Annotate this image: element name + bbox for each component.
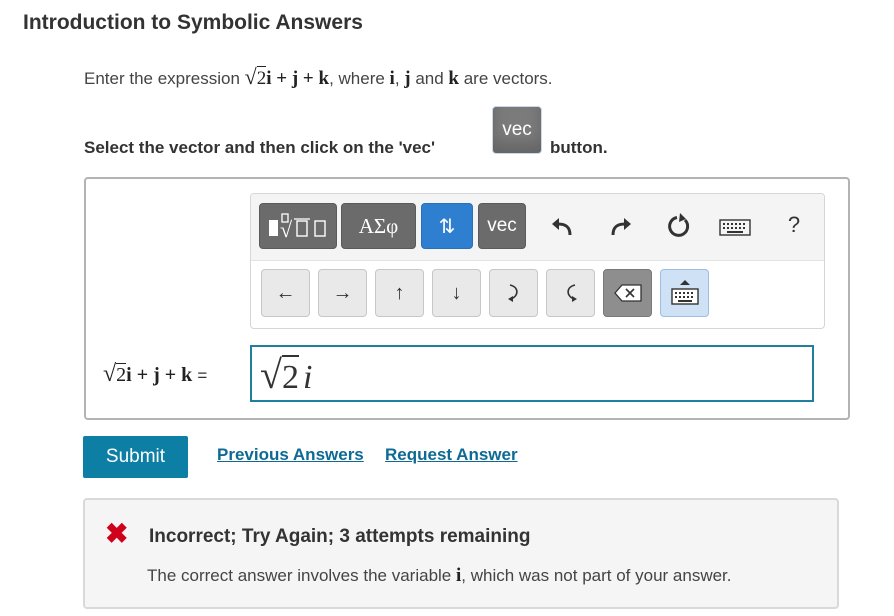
vec-button[interactable]: vec xyxy=(478,203,526,249)
arrows-button[interactable]: ⇅ xyxy=(421,203,473,249)
feedback-title: Incorrect; Try Again; 3 attempts remaini… xyxy=(149,526,531,547)
instruction-text: Enter the expression √2i + j + k, where … xyxy=(84,64,553,89)
undo-icon xyxy=(552,218,572,236)
keyboard-button[interactable] xyxy=(715,212,755,242)
redo-icon xyxy=(611,218,631,236)
submit-button[interactable]: Submit xyxy=(83,436,188,478)
instruction-expression: √2i + j + k xyxy=(244,64,330,89)
cursor-up-button[interactable]: ↑ xyxy=(375,269,424,317)
cursor-right-button[interactable]: → xyxy=(318,269,367,317)
incorrect-icon: ✖ xyxy=(105,518,129,549)
select-instruction-before: Select the vector and then click on the … xyxy=(84,138,436,157)
answer-input[interactable]: √2 i xyxy=(250,345,814,402)
vector-k: k xyxy=(448,68,459,89)
page-title: Introduction to Symbolic Answers xyxy=(23,11,363,34)
select-instruction: Select the vector and then click on the … xyxy=(84,138,435,158)
select-instruction-after: button. xyxy=(550,138,608,157)
feedback-panel xyxy=(83,498,839,609)
jump-left-button[interactable] xyxy=(546,269,595,317)
undo-button[interactable] xyxy=(547,210,577,242)
math-toolbar: √ ΑΣφ ⇅ vec ? ← → ↑ ↓ xyxy=(250,193,825,329)
equals-sign: = xyxy=(197,366,208,385)
curved-arrow-left-icon xyxy=(566,284,577,302)
help-button[interactable]: ? xyxy=(779,208,809,242)
reset-icon xyxy=(668,213,690,237)
jump-right-button[interactable] xyxy=(489,269,538,317)
redo-button[interactable] xyxy=(606,210,636,242)
keyboard-toggle-button[interactable] xyxy=(660,269,709,317)
svg-text:√: √ xyxy=(280,217,293,241)
feedback-message: The correct answer involves the variable… xyxy=(147,565,732,586)
backspace-button[interactable] xyxy=(603,269,652,317)
cursor-left-button[interactable]: ← xyxy=(261,269,310,317)
templates-button[interactable]: √ xyxy=(259,203,337,249)
keyboard-toggle-icon xyxy=(670,280,699,305)
instruction-prefix: Enter the expression xyxy=(84,69,245,88)
instruction-middle: , where xyxy=(329,69,390,88)
answer-label: √2i + j + k = xyxy=(103,361,208,387)
keyboard-icon xyxy=(719,219,751,236)
greek-button[interactable]: ΑΣφ xyxy=(341,203,416,249)
instruction-suffix: are vectors. xyxy=(459,69,553,88)
templates-icon: √ xyxy=(269,213,326,241)
vec-example-button: vec xyxy=(492,106,542,154)
reset-button[interactable] xyxy=(662,210,696,242)
answer-input-value: √2 i xyxy=(260,352,313,397)
curved-arrow-right-icon xyxy=(507,284,518,302)
cursor-down-button[interactable]: ↓ xyxy=(432,269,481,317)
backspace-icon xyxy=(613,284,642,302)
request-answer-link[interactable]: Request Answer xyxy=(385,445,518,465)
previous-answers-link[interactable]: Previous Answers xyxy=(217,445,364,465)
